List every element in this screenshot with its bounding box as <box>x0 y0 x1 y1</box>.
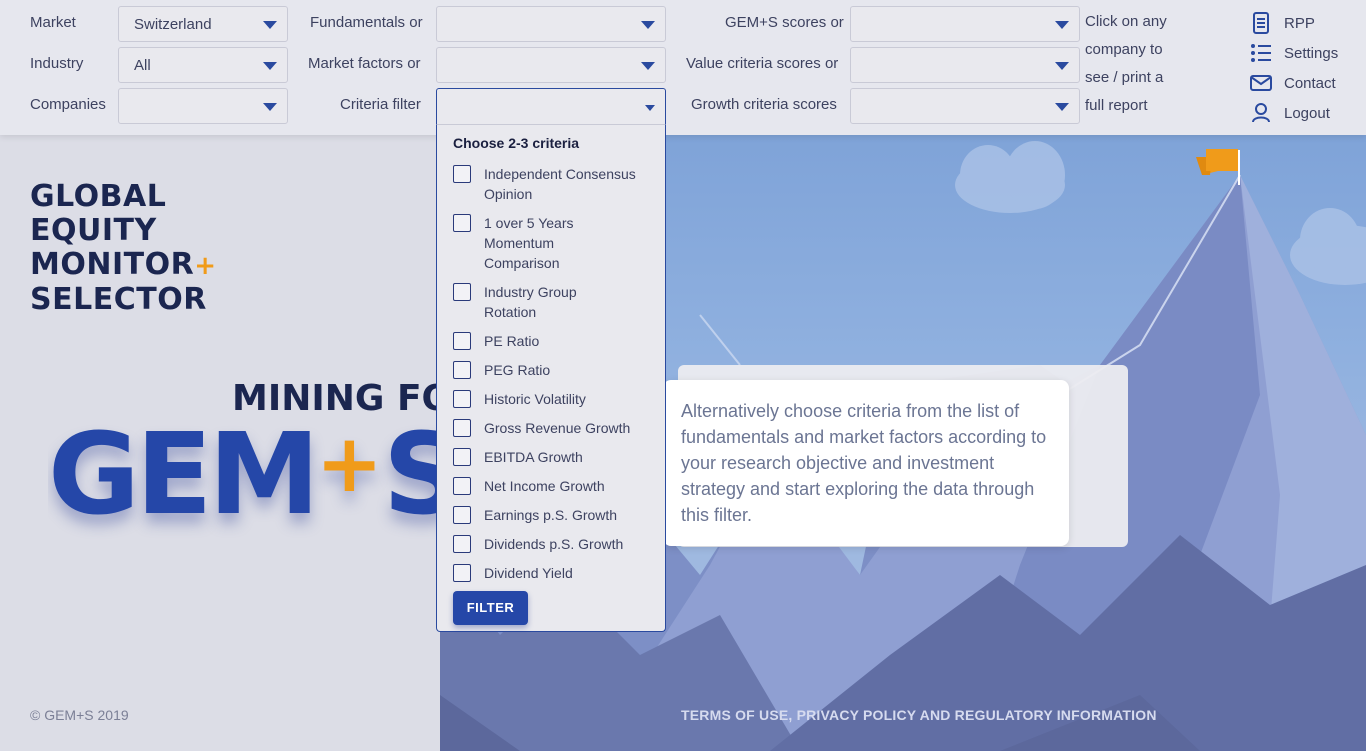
industry-label: Industry <box>30 55 84 72</box>
checkbox[interactable] <box>453 419 471 437</box>
list-icon <box>1250 42 1272 64</box>
chevron-down-icon <box>641 21 655 29</box>
criteria-option-label: Dividend Yield <box>484 565 573 581</box>
criteria-option[interactable]: PE Ratio <box>453 331 644 351</box>
criteria-dropdown-title: Choose 2-3 criteria <box>453 135 580 151</box>
companies-select[interactable] <box>118 88 288 124</box>
brand-line-3: MONITOR+ <box>30 248 217 283</box>
criteria-option[interactable]: Dividend Yield <box>453 563 644 583</box>
menu-item-rpp[interactable]: RPP <box>1250 8 1338 38</box>
criteria-option-label: Gross Revenue Growth <box>484 420 631 436</box>
companies-label: Companies <box>30 96 106 113</box>
criteria-option[interactable]: Net Income Growth <box>453 476 644 496</box>
checkbox[interactable] <box>453 506 471 524</box>
brand-title: GLOBAL EQUITY MONITOR+ SELECTOR <box>30 180 217 317</box>
menu-item-contact[interactable]: Contact <box>1250 68 1338 98</box>
report-hint: Click on any company to see / print a fu… <box>1085 13 1167 114</box>
criteria-option-label: PE Ratio <box>484 333 540 349</box>
criteria-option[interactable]: Dividends p.S. Growth <box>453 534 644 554</box>
criteria-option[interactable]: PEG Ratio <box>453 360 644 380</box>
menu-item-label: Logout <box>1284 104 1330 122</box>
chevron-down-icon <box>263 103 277 111</box>
criteria-filter-select[interactable] <box>436 88 666 124</box>
chevron-down-icon <box>1055 103 1069 111</box>
criteria-option[interactable]: Historic Volatility <box>453 389 644 409</box>
criteria-option-label: Net Income Growth <box>484 478 605 494</box>
chevron-down-icon <box>1055 21 1069 29</box>
criteria-option-label: Independent Consensus Opinion <box>484 166 636 202</box>
market-select-value: Switzerland <box>134 16 212 33</box>
market-select[interactable]: Switzerland <box>118 6 288 42</box>
hero-gems-plus: + <box>315 417 383 510</box>
checkbox[interactable] <box>453 564 471 582</box>
brand-line-2: EQUITY <box>30 213 157 248</box>
criteria-option[interactable]: 1 over 5 Years Momentum Comparison <box>453 213 594 273</box>
industry-select[interactable]: All <box>118 47 288 83</box>
brand-line-1: GLOBAL <box>30 179 167 214</box>
criteria-option[interactable]: Earnings p.S. Growth <box>453 505 644 525</box>
mail-icon <box>1250 72 1272 94</box>
chevron-down-icon <box>641 62 655 70</box>
growth-scores-label: Growth criteria scores <box>691 96 837 113</box>
criteria-filter-label: Criteria filter <box>340 96 421 113</box>
checkbox[interactable] <box>453 332 471 350</box>
hero-gems-b: S <box>382 410 440 540</box>
brand-plus: + <box>194 251 217 281</box>
chevron-down-icon <box>263 62 277 70</box>
criteria-dropdown: Choose 2-3 criteria Independent Consensu… <box>436 124 666 632</box>
user-menu: RPP Settings Contact Logout <box>1250 8 1338 128</box>
filter-bar: Market Switzerland Industry All Companie… <box>0 0 1366 135</box>
criteria-option[interactable]: Industry Group Rotation <box>453 282 614 322</box>
filter-button[interactable]: FILTER <box>453 591 528 625</box>
brand-line-4: SELECTOR <box>30 282 207 317</box>
criteria-option[interactable]: EBITDA Growth <box>453 447 644 467</box>
copyright: © GEM+S 2019 <box>30 707 129 723</box>
criteria-option-label: PEG Ratio <box>484 362 551 378</box>
criteria-option-label: Industry Group Rotation <box>484 284 577 320</box>
gems-scores-label: GEM+S scores or <box>725 14 844 31</box>
value-scores-select[interactable] <box>850 47 1080 83</box>
criteria-tooltip: Alternatively choose criteria from the l… <box>653 380 1069 546</box>
checkbox[interactable] <box>453 535 471 553</box>
brand-line-3-text: MONITOR <box>30 247 195 282</box>
criteria-option-label: EBITDA Growth <box>484 449 583 465</box>
menu-item-label: Settings <box>1284 44 1339 62</box>
fundamentals-label: Fundamentals or <box>310 14 423 31</box>
user-icon <box>1250 102 1272 124</box>
fundamentals-select[interactable] <box>436 6 666 42</box>
criteria-option-label: Dividends p.S. Growth <box>484 536 624 552</box>
terms-link[interactable]: TERMS OF USE, PRIVACY POLICY AND REGULAT… <box>681 707 1157 723</box>
checkbox[interactable] <box>453 361 471 379</box>
menu-item-label: Contact <box>1284 74 1336 92</box>
checkbox[interactable] <box>453 390 471 408</box>
chevron-down-icon <box>263 21 277 29</box>
criteria-option-label: Earnings p.S. Growth <box>484 507 618 523</box>
market-label: Market <box>30 14 76 31</box>
criteria-option-label: 1 over 5 Years Momentum Comparison <box>484 215 574 271</box>
checkbox[interactable] <box>453 477 471 495</box>
menu-item-settings[interactable]: Settings <box>1250 38 1338 68</box>
criteria-option[interactable]: Gross Revenue Growth <box>453 418 644 438</box>
menu-item-logout[interactable]: Logout <box>1250 98 1338 128</box>
hero-gems-logo: GEM+S <box>48 410 440 540</box>
checkbox[interactable] <box>453 283 471 301</box>
hero-gems-a: GEM <box>48 410 320 540</box>
value-scores-label: Value criteria scores or <box>686 55 839 72</box>
checkbox[interactable] <box>453 165 471 183</box>
gems-scores-select[interactable] <box>850 6 1080 42</box>
market-factors-select[interactable] <box>436 47 666 83</box>
criteria-option-label: Historic Volatility <box>484 391 586 407</box>
growth-scores-select[interactable] <box>850 88 1080 124</box>
checkbox[interactable] <box>453 214 471 232</box>
industry-select-value: All <box>134 57 151 74</box>
menu-item-label: RPP <box>1284 14 1315 32</box>
checkbox[interactable] <box>453 448 471 466</box>
document-icon <box>1250 12 1272 34</box>
chevron-down-icon <box>1055 62 1069 70</box>
chevron-down-icon <box>645 105 655 111</box>
market-factors-label: Market factors or <box>308 55 421 72</box>
criteria-option[interactable]: Independent Consensus Opinion <box>453 164 644 204</box>
